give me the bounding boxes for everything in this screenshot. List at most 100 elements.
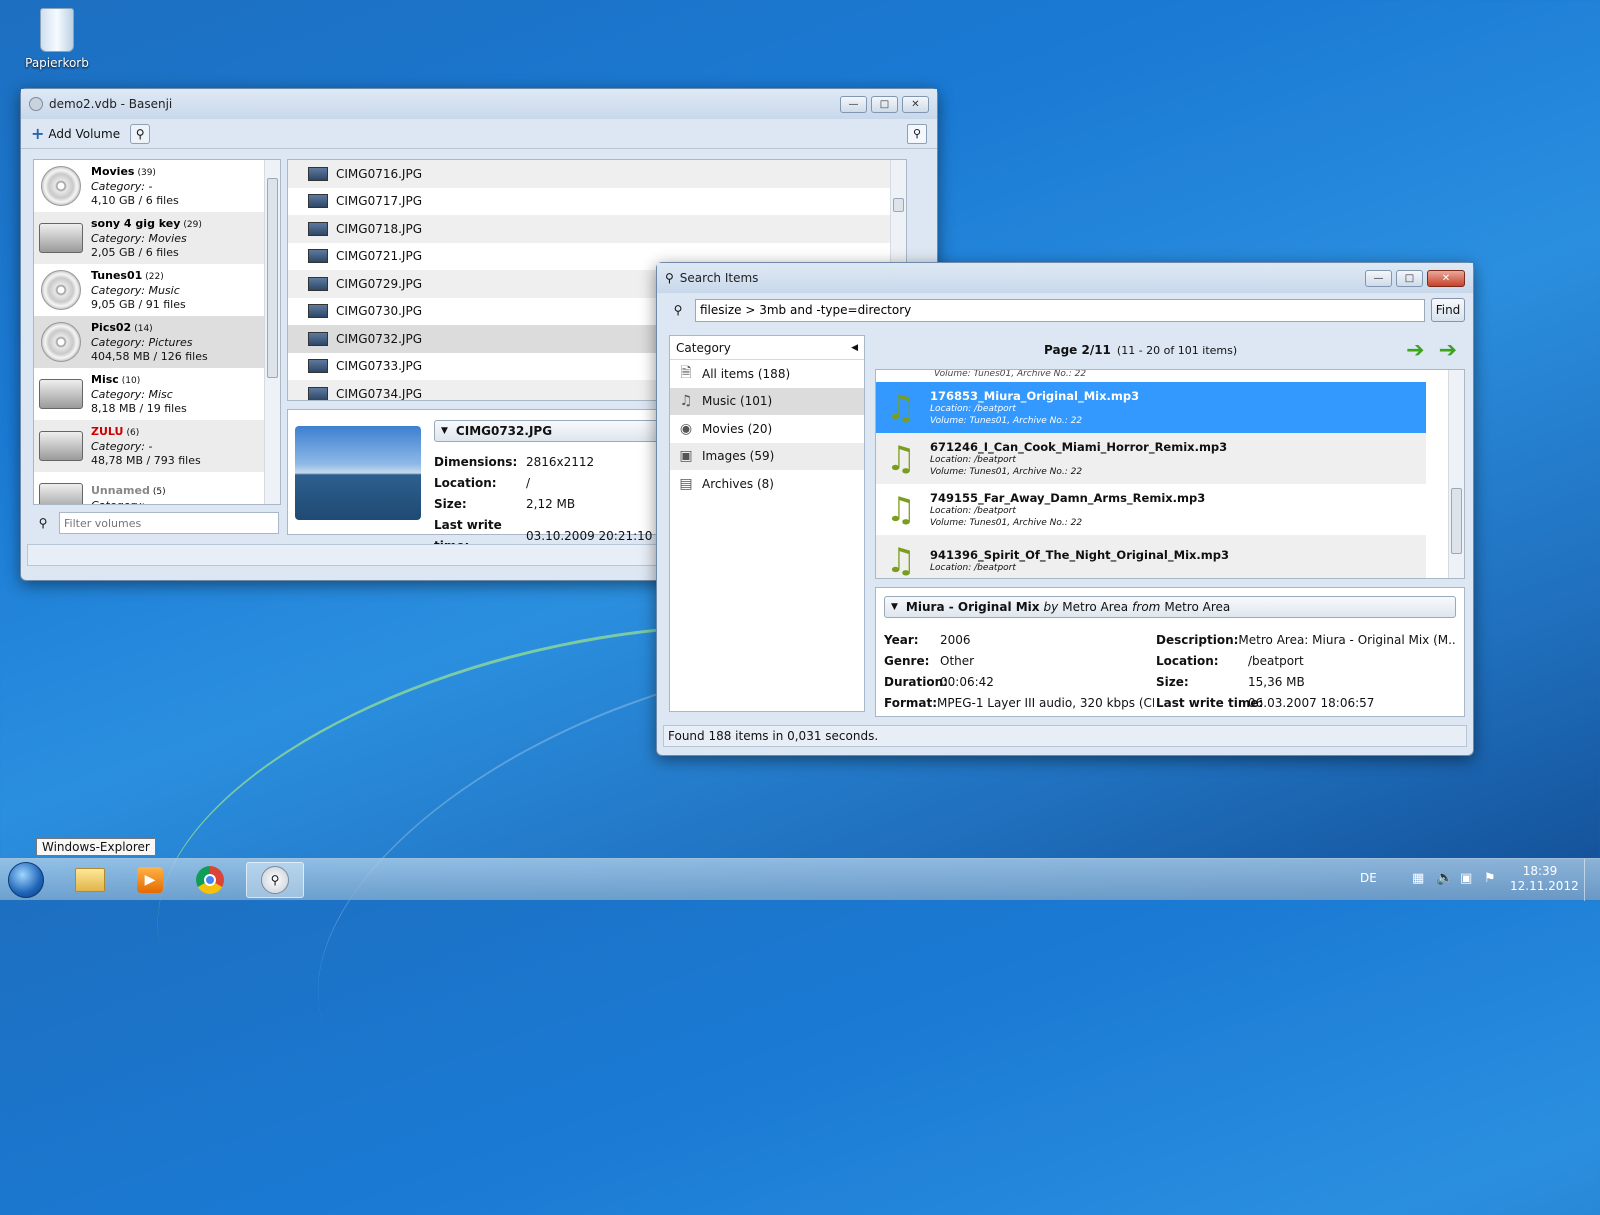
search-result-row[interactable]: ♫ 941396_Spirit_Of_The_Night_Original_Mix…	[876, 535, 1426, 579]
volume-size: 48,78 MB / 793 files	[91, 453, 201, 467]
volume-size: 9,05 GB / 91 files	[91, 297, 186, 311]
tray-network-icon[interactable]: ▦	[1412, 871, 1424, 886]
search-minimize-button[interactable]: —	[1365, 269, 1392, 287]
from-word: from	[1132, 600, 1161, 614]
results-scrollbar[interactable]	[1448, 370, 1464, 578]
tray-flag-icon[interactable]: ⚑	[1484, 871, 1496, 886]
image-file-icon	[308, 221, 328, 236]
file-row[interactable]: CIMG0717.JPG	[288, 187, 890, 215]
start-button[interactable]	[4, 862, 48, 898]
category-item[interactable]: ▤ Archives (8)	[670, 470, 864, 498]
image-file-icon	[308, 359, 328, 374]
search-result-row[interactable]: ♫ 749155_Far_Away_Damn_Arms_Remix.mp3 Loca…	[876, 484, 1426, 535]
clock[interactable]: 18:39 12.11.2012	[1510, 864, 1579, 894]
dimensions-value: 2816x2112	[526, 455, 595, 469]
main-window-title: demo2.vdb - Basenji	[49, 97, 173, 111]
volume-list-scrollbar[interactable]	[264, 160, 280, 504]
prev-page-arrow-icon[interactable]: ➔	[1406, 338, 1424, 363]
tray-speaker-icon[interactable]: 🔈	[1436, 870, 1453, 886]
file-row[interactable]: CIMG0718.JPG	[288, 215, 890, 243]
volume-category: Category: -	[91, 498, 153, 505]
music-note-icon: ♫	[885, 387, 917, 428]
file-name: CIMG0734.JPG	[336, 386, 422, 401]
image-file-icon	[308, 276, 328, 291]
description-value: Metro Area: Miura - Original Mix (M...	[1238, 633, 1456, 647]
add-volume-button[interactable]: + Add Volume	[31, 124, 120, 143]
result-location: Location: /beatport	[930, 562, 1016, 573]
file-name: CIMG0718.JPG	[336, 221, 422, 236]
filter-volumes-input[interactable]	[59, 512, 279, 534]
volume-count: (29)	[183, 219, 202, 230]
taskbar-media-player-button[interactable]: ▶	[122, 862, 178, 898]
volume-category: Category: -	[91, 439, 153, 453]
category-item[interactable]: ◉ Movies (20)	[670, 415, 864, 443]
category-item[interactable]: 🗎 All items (188)	[670, 360, 864, 388]
category-item[interactable]: ♫ Music (101)	[670, 387, 864, 415]
result-lwt-value: 06.03.2007 18:06:57	[1248, 696, 1375, 710]
search-result-row[interactable]: ♫ 671246_I_Can_Cook_Miami_Horror_Remix.mp…	[876, 433, 1426, 484]
language-indicator[interactable]: DE	[1360, 871, 1377, 885]
search-query-input[interactable]	[695, 298, 1425, 322]
search-items-button[interactable]: ⚲	[130, 123, 151, 144]
details-filename: CIMG0732.JPG	[455, 424, 553, 438]
result-location-label: Location:	[1156, 654, 1219, 668]
category-header[interactable]: Category ◀	[670, 336, 864, 360]
music-note-icon: ♫	[885, 540, 917, 579]
volume-item[interactable]: sony 4 gig key (29) Category: Movies 2,05 G…	[34, 212, 266, 264]
find-button[interactable]: Find	[1431, 298, 1465, 322]
file-name: CIMG0729.JPG	[336, 276, 422, 291]
size-label: Size:	[434, 497, 467, 511]
location-value: /	[526, 476, 531, 490]
file-name: CIMG0716.JPG	[336, 166, 422, 181]
volume-item[interactable]: Pics02 (14) Category: Pictures 404,58 MB / …	[34, 316, 266, 368]
file-row[interactable]: CIMG0716.JPG	[288, 160, 890, 188]
search-result-row[interactable]: ♫ 176853_Miura_Original_Mix.mp3 Location: …	[876, 382, 1426, 433]
close-button[interactable]: ✕	[902, 95, 929, 113]
volume-item[interactable]: Tunes01 (22) Category: Music 9,05 GB / 91 f…	[34, 264, 266, 316]
result-filename: 671246_I_Can_Cook_Miami_Horror_Remix.mp3	[930, 439, 1228, 454]
desktop-icon-recycle-bin[interactable]: Papierkorb	[22, 8, 92, 70]
main-toolbar: + Add Volume ⚲ ⚲	[21, 119, 937, 149]
taskbar-basenji-button[interactable]: ⚲	[246, 862, 304, 898]
result-volume: Volume: Tunes01, Archive No.: 22	[930, 466, 1083, 477]
volume-item[interactable]: Unnamed (5) Category: -	[34, 472, 266, 505]
search-window-icon: ⚲	[665, 271, 674, 285]
search-close-button[interactable]: ✕	[1427, 269, 1465, 287]
volume-name: sony 4 gig key	[91, 216, 181, 230]
tray-display-icon[interactable]: ▣	[1460, 871, 1472, 886]
volume-item[interactable]: Movies (39) Category: -4,10 GB / 6 files	[34, 160, 266, 212]
track-album: Metro Area	[1164, 600, 1231, 614]
category-header-label: Category	[676, 340, 731, 355]
next-page-arrow-icon[interactable]: ➔	[1439, 338, 1457, 363]
file-name: CIMG0730.JPG	[336, 304, 422, 319]
toolbar-search-icon[interactable]: ⚲	[907, 123, 927, 144]
result-details-pane: ▼ Miura - Original Mix by Metro Area fro…	[875, 587, 1465, 717]
volume-item[interactable]: Misc (10) Category: Misc 8,18 MB / 19 files	[34, 368, 266, 420]
volume-item[interactable]: ZULU (6) Category: -48,78 MB / 793 files	[34, 420, 266, 472]
filter-bar: ⚲	[33, 511, 281, 535]
taskbar-chrome-button[interactable]	[182, 862, 238, 898]
volume-size: 2,05 GB / 6 files	[91, 245, 179, 259]
harddisk-icon	[39, 223, 83, 253]
search-statusbar: Found 188 items in 0,031 seconds.	[663, 725, 1467, 747]
result-size-value: 15,36 MB	[1248, 675, 1305, 689]
maximize-button[interactable]: □	[871, 95, 898, 113]
result-lwt-label: Last write time:	[1156, 696, 1264, 710]
taskbar-explorer-button[interactable]	[62, 862, 118, 898]
image-file-icon	[308, 166, 328, 181]
minimize-button[interactable]: —	[840, 95, 867, 113]
show-desktop-button[interactable]	[1584, 859, 1598, 901]
result-details-header[interactable]: ▼ Miura - Original Mix by Metro Area fro…	[884, 596, 1456, 618]
collapse-left-icon: ◀	[851, 342, 858, 353]
file-name: CIMG0732.JPG	[336, 331, 422, 346]
cd-icon	[41, 322, 81, 362]
volume-list: Movies (39) Category: -4,10 GB / 6 files so…	[33, 159, 281, 505]
category-item[interactable]: ▣ Images (59)	[670, 442, 864, 470]
volume-category: Category: -	[91, 179, 153, 193]
taskbar-tooltip: Windows-Explorer	[36, 838, 156, 856]
volume-name: Unnamed	[91, 483, 150, 497]
image-icon: ▣	[679, 448, 693, 465]
add-volume-label: Add Volume	[48, 126, 121, 141]
result-filename: 749155_Far_Away_Damn_Arms_Remix.mp3	[930, 490, 1206, 505]
search-maximize-button[interactable]: □	[1396, 269, 1423, 287]
